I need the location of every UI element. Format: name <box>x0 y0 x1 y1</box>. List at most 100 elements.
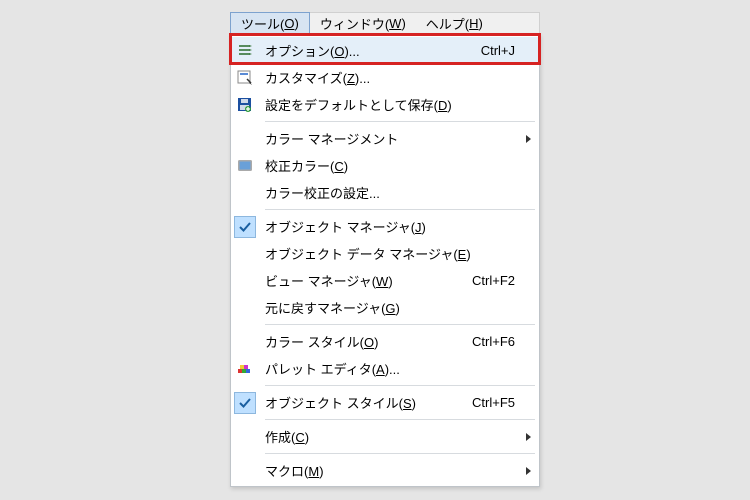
menu-item[interactable]: オブジェクト データ マネージャ(E) <box>231 240 539 267</box>
chevron-right-icon <box>526 433 531 441</box>
menu-item-label-pre: カスタマイズ( <box>265 71 347 86</box>
menu-item-shortcut: Ctrl+F6 <box>472 334 539 349</box>
menu-item-label-u: W <box>376 274 388 289</box>
menu-item-label-u: A <box>376 362 385 377</box>
menu-item-label: パレット エディタ(A)... <box>259 359 539 378</box>
menu-item[interactable]: カスタマイズ(Z)... <box>231 64 539 91</box>
menu-item-label-post: ) <box>447 98 451 113</box>
menu-item[interactable]: マクロ(M) <box>231 457 539 484</box>
menu-item-label-pre: 作成( <box>265 430 295 445</box>
menu-item-iconcell <box>231 361 259 377</box>
menu-item-label-post: ) <box>374 335 378 350</box>
menu-item-label: オブジェクト スタイル(S) <box>259 393 472 412</box>
save-icon <box>237 97 253 113</box>
chevron-right-icon <box>526 467 531 475</box>
menu-item-iconcell <box>231 216 259 238</box>
menu-item[interactable]: カラー スタイル(O)Ctrl+F6 <box>231 328 539 355</box>
menu-item[interactable]: 設定をデフォルトとして保存(D) <box>231 91 539 118</box>
menu-item-label-u: D <box>438 98 447 113</box>
menu-item-label: カラー スタイル(O) <box>259 332 472 351</box>
menu-item-label: オブジェクト データ マネージャ(E) <box>259 244 539 263</box>
menu-item-label-post: ) <box>344 159 348 174</box>
menubar-item-help[interactable]: ヘルプ(H) <box>416 13 493 33</box>
menu-item-label-u: O <box>334 44 344 59</box>
menu-item-label: ビュー マネージャ(W) <box>259 271 472 290</box>
menu-item-label-post: ) <box>319 464 323 479</box>
menu-item-label: カスタマイズ(Z)... <box>259 68 539 87</box>
menu-item-label-post: ) <box>388 274 392 289</box>
menu-item-label: 元に戻すマネージャ(G) <box>259 298 539 317</box>
menubar-label-u: H <box>469 16 478 31</box>
menubar-item-tools[interactable]: ツール(O) <box>230 12 310 34</box>
menu-item-iconcell <box>231 97 259 113</box>
menu-item-label-u: O <box>364 335 374 350</box>
menu-item[interactable]: オプション(O)...Ctrl+J <box>231 37 539 64</box>
chevron-right-icon <box>526 135 531 143</box>
menu-separator <box>265 419 535 420</box>
menu-item-label-pre: カラー校正の設定... <box>265 186 380 201</box>
menu-item[interactable]: カラー マネージメント <box>231 125 539 152</box>
menu-item[interactable]: 校正カラー(C) <box>231 152 539 179</box>
menu-item-label-u: S <box>403 396 412 411</box>
menu-item-label-post: )... <box>344 44 359 59</box>
menubar-label-post: ) <box>479 16 483 31</box>
menu-separator <box>265 385 535 386</box>
menu-item[interactable]: オブジェクト マネージャ(J) <box>231 213 539 240</box>
menu-separator <box>265 121 535 122</box>
menu-item-label-pre: 元に戻すマネージャ( <box>265 301 385 316</box>
menu-item-label-post: ) <box>466 247 470 262</box>
menu-item-label: オブジェクト マネージャ(J) <box>259 217 539 236</box>
menubar-label-u: W <box>389 16 401 31</box>
menu-item-label-u: C <box>334 159 343 174</box>
menu-item-label: 校正カラー(C) <box>259 156 539 175</box>
check-icon <box>234 392 256 414</box>
menu-separator <box>265 324 535 325</box>
menubar-item-window[interactable]: ウィンドウ(W) <box>310 13 416 33</box>
menu-item-iconcell <box>231 70 259 86</box>
menu-item[interactable]: ビュー マネージャ(W)Ctrl+F2 <box>231 267 539 294</box>
menu-item[interactable]: オブジェクト スタイル(S)Ctrl+F5 <box>231 389 539 416</box>
menu-item-label-pre: 校正カラー( <box>265 159 334 174</box>
proof-icon <box>237 158 253 174</box>
menu-item-shortcut: Ctrl+J <box>481 43 539 58</box>
menu-item[interactable]: 作成(C) <box>231 423 539 450</box>
check-icon <box>234 216 256 238</box>
menu-item-label-u: M <box>308 464 319 479</box>
menu-item-label-post: ) <box>396 301 400 316</box>
menu-item-label-u: C <box>295 430 304 445</box>
menubar-label-pre: ウィンドウ( <box>320 14 389 33</box>
menu-item-label-pre: オブジェクト データ マネージャ( <box>265 247 458 262</box>
menu-item-label-pre: オプション( <box>265 44 334 59</box>
menu-item-label-post: ) <box>422 220 426 235</box>
menu-item-label: カラー マネージメント <box>259 129 539 148</box>
menu-separator <box>265 453 535 454</box>
menu-item-iconcell <box>231 43 259 59</box>
menu-item[interactable]: パレット エディタ(A)... <box>231 355 539 382</box>
menu-item-label-post: ) <box>412 396 416 411</box>
menu-item-label-pre: オブジェクト マネージャ( <box>265 220 415 235</box>
menu-item-label-u: Z <box>347 71 355 86</box>
menubar-label-pre: ツール( <box>241 14 284 33</box>
menu-separator <box>265 209 535 210</box>
menubar-label-u: O <box>284 16 294 31</box>
menu-item-label-pre: 設定をデフォルトとして保存( <box>265 98 438 113</box>
menubar-label-post: ) <box>401 16 405 31</box>
menu-item-shortcut: Ctrl+F2 <box>472 273 539 288</box>
menu-item-label-post: )... <box>385 362 400 377</box>
menu-item-iconcell <box>231 158 259 174</box>
menu-item-label-u: G <box>385 301 395 316</box>
menu-item-label-pre: オブジェクト スタイル( <box>265 396 403 411</box>
menu-item-iconcell <box>231 392 259 414</box>
menu-item-label: オプション(O)... <box>259 41 481 60</box>
menu-item-label-pre: マクロ( <box>265 464 308 479</box>
menu-item-label: マクロ(M) <box>259 461 539 480</box>
menubar-label-pre: ヘルプ( <box>426 14 469 33</box>
menu-item-label-post: ) <box>305 430 309 445</box>
menu-item[interactable]: 元に戻すマネージャ(G) <box>231 294 539 321</box>
menu-item-label-pre: カラー マネージメント <box>265 132 398 147</box>
menu-item-label-pre: ビュー マネージャ( <box>265 274 376 289</box>
menu-item[interactable]: カラー校正の設定... <box>231 179 539 206</box>
menu-item-label: 設定をデフォルトとして保存(D) <box>259 95 539 114</box>
menu-item-shortcut: Ctrl+F5 <box>472 395 539 410</box>
options-icon <box>237 43 253 59</box>
